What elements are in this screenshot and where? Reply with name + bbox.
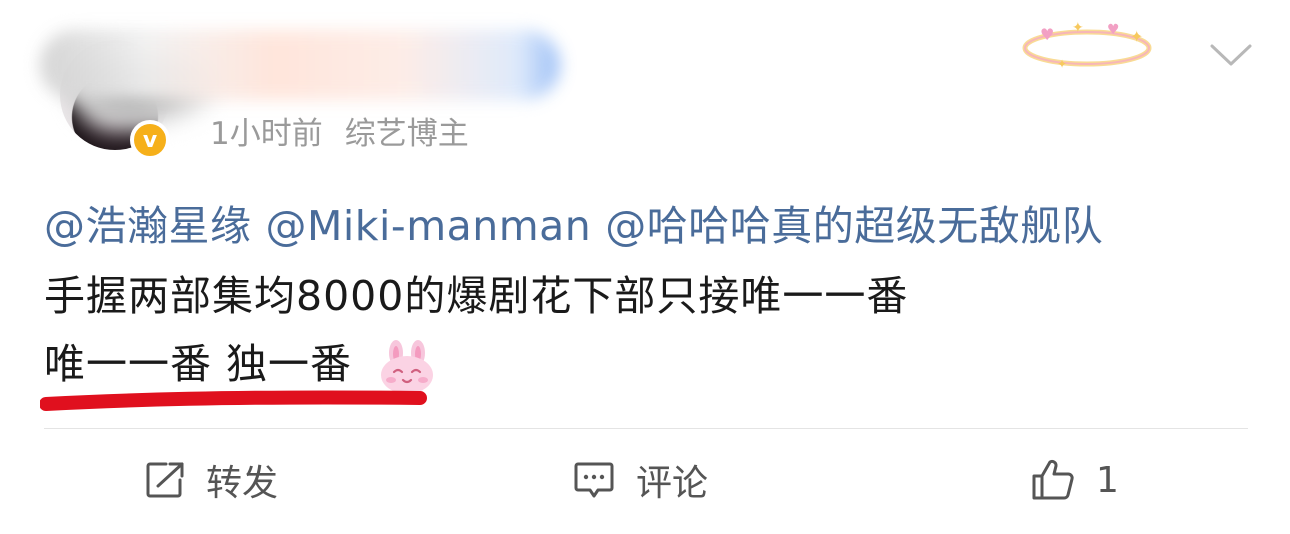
svg-text:♥: ♥ [1040, 25, 1054, 44]
repost-icon [146, 462, 184, 498]
post-text: 唯一一番 独一番 [44, 340, 353, 388]
svg-text:♥: ♥ [1107, 22, 1120, 38]
sparkle-halo-decoration-icon: ♥ ✦ ♥ ✦ ✦ [1022, 20, 1152, 71]
repost-label: 转发 [206, 463, 279, 504]
divider [44, 428, 1248, 429]
repost-button[interactable]: 转发 [144, 455, 278, 505]
svg-text:✦: ✦ [1130, 27, 1143, 46]
comment-label: 评论 [636, 463, 709, 504]
post-text-line: 手握两部集均8000的爆剧花下部只接唯一一番 [44, 272, 909, 320]
username-blurred[interactable] [40, 30, 560, 100]
mention-link[interactable]: @Miki-manman [266, 202, 592, 250]
comment-icon [574, 462, 614, 498]
like-count: 1 [1096, 459, 1119, 501]
chevron-down-icon[interactable] [1208, 40, 1254, 70]
svg-text:✦: ✦ [1072, 20, 1084, 36]
like-button[interactable]: 1 [1030, 455, 1119, 505]
mention-link[interactable]: @哈哈哈真的超级无敌舰队 [605, 202, 1103, 250]
weibo-post-card: v 1小时前 综艺博主 ♥ ✦ ♥ ✦ ✦ @浩瀚星缘 @Miki-manman @哈… [0, 0, 1290, 534]
thumbs-up-icon [1032, 459, 1074, 500]
verified-badge-icon: v [130, 120, 170, 160]
mentions-line: @浩瀚星缘 @Miki-manman @哈哈哈真的超级无敌舰队 [44, 192, 1117, 252]
red-underline-annotation [40, 390, 427, 411]
mention-link[interactable]: @浩瀚星缘 [44, 202, 252, 250]
comment-button[interactable]: 评论 [572, 455, 708, 505]
author-tag: 综艺博主 [344, 116, 469, 152]
svg-text:✦: ✦ [1057, 57, 1067, 71]
post-meta: 1小时前 综艺博主 [210, 108, 491, 153]
post-time: 1小时前 [210, 116, 323, 152]
